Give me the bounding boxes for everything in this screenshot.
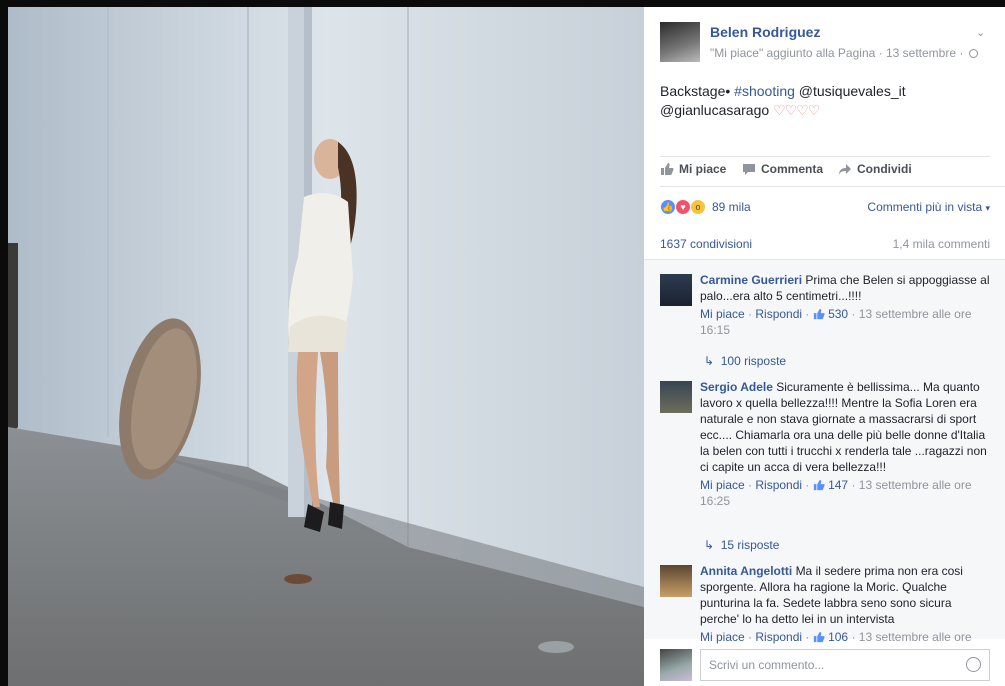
- comment-like-count[interactable]: 106: [813, 630, 848, 644]
- like-icon: [813, 308, 825, 320]
- stats-row: 1637 condivisioni 1,4 mila commenti: [660, 237, 990, 251]
- reply-arrow-icon: ↳: [704, 538, 715, 552]
- comment-sort-label: Commenti più in vista: [867, 200, 983, 214]
- comment-item: Annita Angelotti Ma il sedere prima non …: [660, 563, 990, 645]
- view-replies-link[interactable]: ↳ 15 risposte: [704, 538, 779, 552]
- post-photo[interactable]: [8, 7, 644, 686]
- avatar[interactable]: [660, 381, 692, 413]
- view-replies-link[interactable]: ↳ 100 risposte: [704, 354, 786, 368]
- like-icon: [661, 163, 674, 175]
- reply-arrow-icon: ↳: [704, 354, 715, 368]
- avatar[interactable]: [660, 565, 692, 597]
- comment-reply-link[interactable]: Rispondi: [755, 478, 802, 492]
- comment-item: Carmine Guerrieri Prima che Belen si app…: [660, 272, 990, 338]
- post-date-link[interactable]: 13 settembre: [886, 46, 956, 60]
- comment-actions: Mi piace · Rispondi · 106 · 13 settembre…: [700, 630, 972, 644]
- divider: [660, 156, 990, 157]
- comment-actions: Mi piace · Rispondi · 147 · 13 settembre…: [700, 478, 972, 508]
- reaction-count[interactable]: 89 mila: [712, 200, 751, 214]
- share-icon: [839, 164, 851, 175]
- comment-reply-link[interactable]: Rispondi: [755, 630, 802, 644]
- wow-reaction-icon[interactable]: o: [690, 199, 706, 215]
- photo-illustration: [8, 7, 644, 686]
- replies-label: 100 risposte: [720, 354, 787, 368]
- post-text-mention-2: @gianlucasarago: [660, 102, 770, 118]
- page-name-link[interactable]: Belen Rodriguez: [710, 24, 820, 40]
- like-icon: [813, 479, 825, 491]
- comment-like-link[interactable]: Mi piace: [700, 630, 745, 644]
- comment-like-number: 530: [828, 307, 849, 321]
- comment-like-link[interactable]: Mi piace: [700, 478, 745, 492]
- shares-count[interactable]: 1637 condivisioni: [660, 237, 752, 251]
- comments-count[interactable]: 1,4 mila commenti: [893, 237, 990, 251]
- comment-icon: [743, 164, 755, 175]
- post-header: Belen Rodriguez "Mi piace" aggiunto alla…: [660, 22, 990, 64]
- avatar[interactable]: [660, 274, 692, 306]
- meta-separator: ·: [875, 46, 886, 60]
- comment-actions: Mi piace · Rispondi · 530 · 13 settembre…: [700, 307, 972, 337]
- comment-author[interactable]: Sergio Adele: [700, 380, 773, 394]
- comment-button[interactable]: Commenta: [742, 162, 823, 176]
- globe-icon: [968, 49, 978, 58]
- sort-arrow-icon: ▾: [985, 203, 990, 213]
- avatar: [660, 649, 692, 681]
- post-side-panel: Belen Rodriguez "Mi piace" aggiunto alla…: [644, 7, 1005, 686]
- like-icon: [813, 631, 825, 643]
- share-button-label: Condividi: [857, 162, 912, 176]
- like-button[interactable]: Mi piace: [660, 162, 726, 176]
- comment-like-count[interactable]: 530: [813, 307, 848, 321]
- comment-button-label: Commenta: [761, 162, 824, 176]
- share-button[interactable]: Condividi: [838, 162, 912, 176]
- like-reaction-icon[interactable]: 👍: [660, 199, 676, 215]
- comment-like-number: 106: [828, 630, 849, 644]
- like-button-label: Mi piace: [679, 162, 727, 176]
- post-text-prefix: Backstage•: [660, 83, 735, 99]
- chevron-down-icon[interactable]: ⌄: [976, 26, 986, 39]
- smiley-icon[interactable]: [966, 657, 981, 672]
- hearts-emoji: ♡♡♡♡: [773, 102, 820, 118]
- post-actions: Mi piace Commenta Condividi: [660, 162, 990, 182]
- comment-input-placeholder: Scrivi un commento...: [709, 658, 825, 672]
- comment-item: Sergio Adele Sicuramente è bellissima...…: [660, 379, 990, 509]
- comment-reply-link[interactable]: Rispondi: [755, 307, 802, 321]
- post-text-mention: @tusiquevales_it: [794, 83, 906, 99]
- comment-author[interactable]: Carmine Guerrieri: [700, 273, 802, 287]
- post-text: Backstage• #shooting @tusiquevales_it @g…: [660, 82, 980, 120]
- comment-like-number: 147: [828, 478, 849, 492]
- comment-sort-dropdown[interactable]: Commenti più in vista ▾: [867, 200, 990, 214]
- comment-text: Sicuramente è bellissima... Ma quanto la…: [700, 380, 987, 474]
- reactions-row: 👍 ♥ o 89 mila Commenti più in vista ▾: [660, 197, 990, 217]
- comment-like-count[interactable]: 147: [813, 478, 848, 492]
- meta-activity: "Mi piace" aggiunto alla Pagina: [710, 46, 876, 60]
- replies-label: 15 risposte: [720, 538, 780, 552]
- comment-author[interactable]: Annita Angelotti: [700, 564, 792, 578]
- page-avatar[interactable]: [660, 22, 700, 62]
- comment-like-link[interactable]: Mi piace: [700, 307, 745, 321]
- love-reaction-icon[interactable]: ♥: [675, 199, 691, 215]
- write-comment-row: Scrivi un commento...: [660, 649, 990, 681]
- hashtag-link[interactable]: #shooting: [734, 83, 795, 99]
- divider: [660, 186, 1005, 187]
- post-meta: "Mi piace" aggiunto alla Pagina · 13 set…: [710, 46, 978, 60]
- meta-separator-2: ·: [956, 46, 967, 60]
- comments-list: Carmine Guerrieri Prima che Belen si app…: [644, 259, 1005, 644]
- comment-timestamp[interactable]: 13 settembre alle ore: [859, 630, 972, 644]
- comment-input[interactable]: Scrivi un commento...: [700, 649, 990, 681]
